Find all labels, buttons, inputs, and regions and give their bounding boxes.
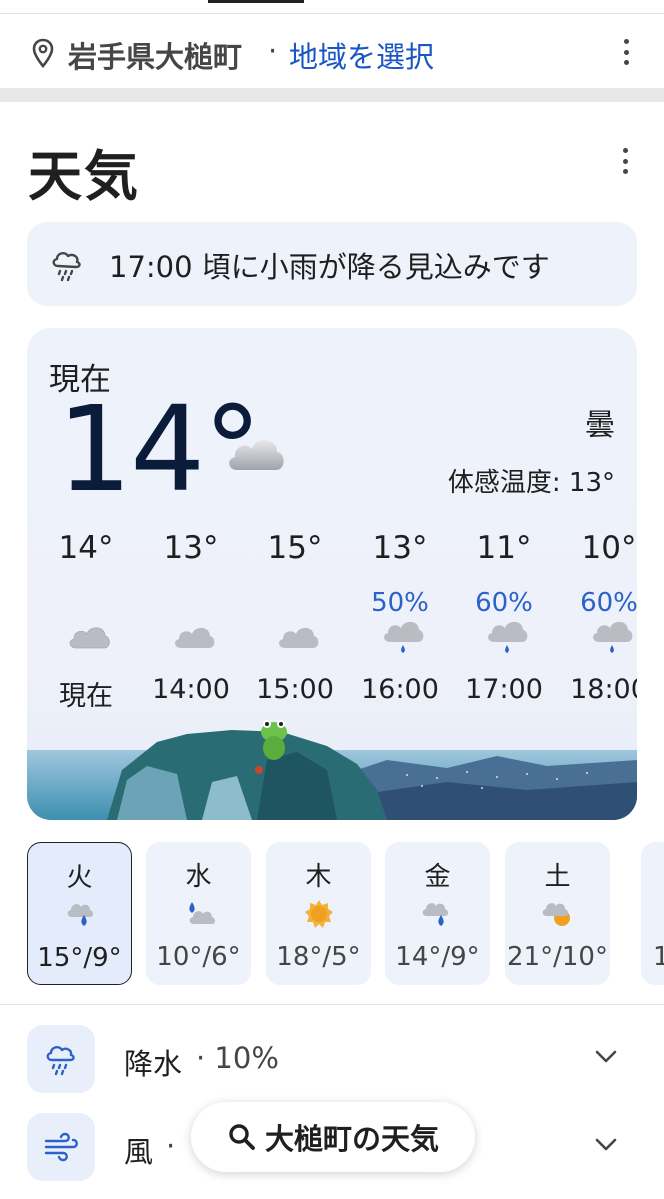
search-icon	[229, 1124, 255, 1150]
rain-alert-text: 17:00 頃に小雨が降る見込みです	[109, 250, 550, 284]
cloud-icon	[279, 627, 319, 648]
hourly-item: 11° 60% 17:00	[449, 528, 559, 708]
location-name: 岩手県大槌町	[68, 40, 243, 74]
hourly-item: 13° 50% 16:00	[345, 528, 455, 708]
chevron-down-icon[interactable]	[594, 1049, 618, 1065]
details-divider	[0, 1004, 664, 1005]
daily-card[interactable]: 木 18°/5°	[266, 842, 371, 985]
day-name: 金	[424, 862, 451, 892]
feels-like-temperature: 体感温度: 13°	[447, 468, 615, 498]
hourly-item: 10° 60% 18:00	[554, 528, 637, 708]
hour-temp: 13°	[163, 530, 219, 566]
chevron-down-icon[interactable]	[594, 1137, 618, 1153]
rain-cloud-icon	[593, 621, 633, 653]
current-condition: 曇	[585, 408, 615, 443]
wind-label: 風	[124, 1135, 154, 1169]
hourly-item: 13° 14:00	[136, 528, 246, 708]
location-more-icon[interactable]	[621, 39, 631, 65]
hour-temp: 14°	[58, 530, 114, 566]
hour-pop: 50%	[371, 588, 429, 618]
hour-pop: 60%	[475, 588, 533, 618]
weather-more-icon[interactable]	[620, 148, 630, 174]
day-temp-range: 18°/5°	[276, 942, 361, 972]
wind-icon-box	[27, 1113, 95, 1181]
hourly-item: 14° 現在	[31, 528, 141, 712]
hour-time: 18:00	[570, 674, 637, 705]
day-name: 土	[544, 862, 571, 892]
rain-cloud-icon	[52, 251, 81, 282]
rain-alert-banner[interactable]: 17:00 頃に小雨が降る見込みです	[27, 222, 637, 306]
cloud-icon	[69, 627, 110, 649]
partly-sunny-icon	[542, 903, 570, 926]
day-name: 木	[305, 862, 332, 892]
hour-time: 17:00	[465, 674, 543, 705]
location-pin-icon	[32, 38, 54, 68]
precipitation-value: · 10%	[196, 1041, 279, 1075]
daily-card-selected[interactable]: 火 15°/9°	[27, 842, 132, 985]
search-pill-text: 大槌町の天気	[264, 1122, 439, 1156]
hour-time: 15:00	[256, 674, 334, 705]
daily-card-partial[interactable]: 1	[641, 842, 664, 985]
wind-value: ·	[166, 1129, 176, 1163]
rain-cloud-icon	[67, 904, 93, 926]
day-temp-range: 21°/10°	[507, 942, 608, 972]
search-pill-button[interactable]: 大槌町の天気	[191, 1102, 475, 1172]
cloud-icon	[229, 439, 284, 470]
precipitation-row[interactable]: 降水 · 10%	[0, 1025, 664, 1095]
top-edge-fragment	[208, 0, 304, 3]
hour-temp: 13°	[372, 530, 428, 566]
precipitation-label: 降水	[124, 1047, 183, 1081]
hour-time: 14:00	[152, 674, 230, 705]
current-weather-card: 現在 14° 曇 体感温度: 13° 14° 現在 13° 14:00 15° …	[27, 328, 637, 820]
rain-cloud-icon	[384, 621, 424, 653]
rain-cloud-icon	[189, 902, 215, 924]
select-region-link[interactable]: 地域を選択	[289, 34, 434, 76]
cloud-icon	[175, 627, 215, 648]
frog-landscape-illustration	[27, 720, 637, 820]
day-name: 水	[185, 862, 212, 892]
hourly-forecast[interactable]: 14° 現在 13° 14:00 15° 15:00 13° 50% 16:00…	[27, 528, 637, 712]
precipitation-icon-box	[27, 1025, 95, 1093]
section-separator	[0, 88, 664, 102]
daily-card[interactable]: 水 10°/6°	[146, 842, 251, 985]
hour-temp: 11°	[476, 530, 532, 566]
hour-time: 現在	[59, 681, 113, 712]
rain-cloud-icon	[422, 903, 448, 926]
day-temp-range: 14°/9°	[395, 942, 480, 972]
precipitation-icon	[46, 1045, 75, 1076]
location-bar: 岩手県大槌町 · 地域を選択	[0, 14, 664, 88]
wind-icon	[44, 1132, 78, 1162]
hour-time: 16:00	[361, 674, 439, 705]
hour-temp: 15°	[267, 530, 323, 566]
daily-card[interactable]: 金 14°/9°	[385, 842, 490, 985]
day-name: 火	[66, 863, 93, 893]
sun-icon	[305, 900, 333, 928]
day-temp-range: 10°/6°	[156, 942, 241, 972]
hourly-item: 15° 15:00	[240, 528, 350, 708]
weather-title: 天気	[28, 145, 140, 208]
location-separator: ·	[268, 34, 278, 68]
daily-card[interactable]: 土 21°/10°	[505, 842, 610, 985]
day-temp-range: 15°/9°	[37, 943, 122, 973]
day-temp-range: 1	[653, 942, 664, 972]
rain-cloud-icon	[488, 621, 528, 653]
hour-pop: 60%	[580, 588, 637, 618]
hour-temp: 10°	[581, 530, 637, 566]
